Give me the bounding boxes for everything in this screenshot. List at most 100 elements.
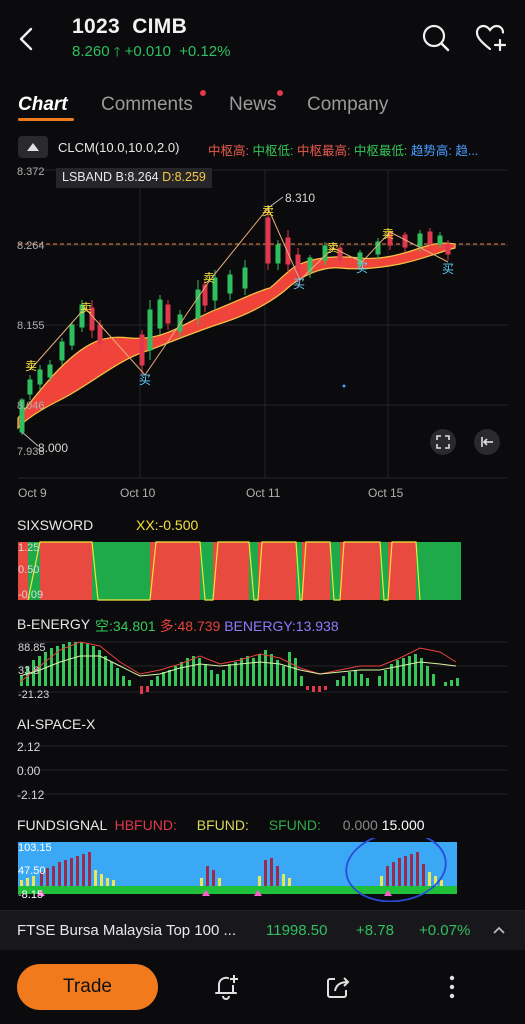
y-tick: 0.00 [17, 764, 41, 778]
tab-comments[interactable]: Comments [101, 94, 193, 116]
buy-marker: 买 [293, 277, 305, 291]
fundsignal-sfund: SFUND: [268, 817, 321, 833]
fullscreen-button[interactable] [430, 429, 456, 455]
reset-position-button[interactable] [474, 429, 500, 455]
tab-active-indicator [18, 118, 74, 121]
benergy-legend: 空:34.801 多:48.739 BENERGY:13.938 [95, 616, 339, 636]
stock-code: 1023 [72, 15, 120, 38]
lsband-ribbon [17, 242, 456, 430]
fundsignal-v1: 0.000 [342, 817, 378, 833]
lsband-label: LSBAND B:8.264 D:8.259 [56, 168, 212, 188]
sell-marker: 卖 [80, 301, 92, 315]
triangle-up-icon [27, 143, 39, 151]
x-tick: Oct 10 [120, 486, 156, 500]
legend-zs-lowest: 中枢最低: [353, 144, 408, 158]
y-tick: -2.12 [17, 788, 45, 802]
search-button[interactable] [420, 22, 452, 54]
aispace-chart[interactable]: 2.12 0.00 -2.12 [0, 736, 525, 802]
y-tick: 33.8 [18, 665, 39, 677]
fundsignal-legend: FUNDSIGNAL HBFUND: BFUND: SFUND: 0.000 1… [17, 817, 425, 833]
fundsignal-bfund: BFUND: [196, 817, 249, 833]
share-icon [327, 977, 350, 998]
tab-bar: Chart Comments News Company [0, 90, 525, 122]
sell-marker: 卖 [327, 241, 339, 255]
signal-dot [342, 384, 346, 388]
y-tick: 7.938 [17, 446, 45, 458]
lsband-d-value: D:8.259 [162, 170, 206, 184]
benergy-name[interactable]: B-ENERGY [17, 616, 90, 632]
index-change: +8.78 [356, 922, 394, 939]
y-tick: 8.155 [17, 320, 45, 332]
y-tick: 8.372 [17, 166, 45, 178]
share-button[interactable] [323, 972, 353, 1002]
legend-zs-highest: 中枢最高: [296, 144, 351, 158]
watchlist-add-button[interactable] [474, 22, 507, 54]
legend-trend-more: 趋... [455, 144, 479, 158]
sixsword-chart[interactable]: 1.25 0.50 -0.09 [0, 538, 525, 604]
fundsignal-chart[interactable]: 103.15 47.50 -8.15 [0, 838, 525, 902]
sixsword-name[interactable]: SIXSWORD [17, 517, 93, 533]
index-ticker-bar[interactable]: FTSE Bursa Malaysia Top 100 ... 11998.50… [0, 910, 525, 950]
y-tick: 88.85 [18, 642, 46, 654]
benergy-red-bars [140, 686, 327, 694]
comments-badge [200, 90, 206, 96]
price-alert-button[interactable] [212, 972, 242, 1002]
sell-marker: 卖 [382, 227, 394, 241]
high-price-label: 8.310 [285, 191, 315, 205]
fundsignal-name[interactable]: FUNDSIGNAL [17, 817, 107, 833]
fundsignal-v2: 15.000 [381, 817, 425, 833]
price-quote: 8.260 🡑 +0.010 +0.12% [72, 43, 230, 65]
more-vertical-icon [449, 975, 455, 999]
more-options-button[interactable] [437, 972, 467, 1002]
main-indicator-legend: 中枢高: 中枢低: 中枢最高: 中枢最低: 趋势高: 趋... [208, 140, 478, 159]
y-tick: 8.046 [17, 400, 45, 412]
buy-marker: 买 [139, 373, 151, 387]
y-tick: -0.09 [18, 589, 43, 601]
stock-title: 1023 CIMB [72, 15, 187, 39]
index-name: FTSE Bursa Malaysia Top 100 ... [17, 922, 236, 939]
index-change-pct: +0.07% [419, 922, 471, 939]
x-tick: Oct 11 [246, 486, 281, 500]
news-badge [277, 90, 283, 96]
tab-chart[interactable]: Chart [18, 94, 68, 116]
lsband-name: LSBAND [62, 170, 113, 184]
buy-marker: 买 [356, 261, 368, 275]
arrow-to-left-icon [481, 437, 493, 447]
header: 1023 CIMB 8.260 🡑 +0.010 +0.12% [0, 0, 525, 82]
x-tick: Oct 15 [368, 486, 404, 500]
bottom-toolbar: Trade [0, 950, 525, 1024]
expand-icon [436, 435, 450, 449]
collapse-indicator-button[interactable] [18, 136, 48, 158]
aispace-name[interactable]: AI-SPACE-X [17, 716, 95, 732]
heart-plus-icon [475, 24, 507, 52]
arrow-up-icon: 🡑 [113, 44, 121, 59]
benergy-value: BENERGY:13.938 [224, 618, 339, 634]
sell-marker: 卖 [203, 271, 215, 285]
back-button[interactable] [12, 22, 42, 56]
benergy-chart[interactable]: 88.85 33.8 -21.23 [0, 636, 525, 702]
y-tick: -21.23 [18, 689, 49, 701]
stock-name: CIMB [132, 15, 188, 38]
y-tick: 1.25 [18, 542, 39, 554]
price-change: +0.010 [124, 43, 171, 60]
chevron-left-icon [19, 27, 33, 51]
price-change-pct: +0.12% [179, 43, 231, 60]
candlesticks [19, 208, 451, 435]
y-tick: 103.15 [18, 842, 52, 854]
sixsword-xx-value: XX:-0.500 [136, 517, 199, 533]
y-tick: 2.12 [17, 740, 41, 754]
main-indicator-name[interactable]: CLCM(10.0,10.0,2.0) [58, 140, 179, 155]
y-tick: -8.15 [18, 889, 43, 901]
fundsignal-hbfund: HBFUND: [114, 817, 177, 833]
tab-company[interactable]: Company [307, 94, 388, 116]
chevron-up-icon[interactable] [492, 925, 506, 935]
y-tick: 8.264 [17, 240, 45, 252]
trade-button[interactable]: Trade [17, 964, 158, 1010]
lsband-b-value: B:8.264 [115, 170, 159, 184]
tab-news[interactable]: News [229, 94, 277, 116]
legend-zs-low: 中枢低: [252, 144, 294, 158]
legend-trend-high: 趋势高: [410, 144, 452, 158]
sell-marker: 卖 [262, 204, 274, 218]
benergy-duo: 多:48.739 [159, 618, 221, 634]
buy-marker: 买 [442, 262, 454, 276]
